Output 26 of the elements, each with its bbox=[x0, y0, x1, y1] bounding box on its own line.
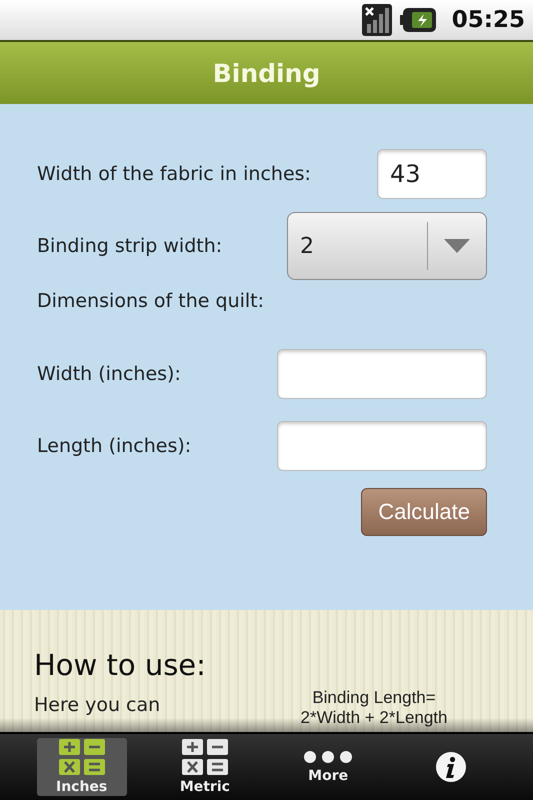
field-label: Binding strip width: bbox=[37, 235, 222, 257]
tab[interactable]: Metric bbox=[160, 738, 250, 796]
more-icon bbox=[303, 750, 354, 764]
tab[interactable]: More bbox=[283, 738, 374, 796]
battery-icon bbox=[400, 8, 436, 32]
dimension-field[interactable] bbox=[277, 421, 487, 471]
fabric-width-field[interactable]: 43 bbox=[377, 149, 487, 199]
field-label: Width (inches): bbox=[37, 363, 181, 385]
formula-text: Binding Length= bbox=[312, 688, 436, 708]
calculate-button[interactable]: Calculate bbox=[361, 488, 487, 536]
calculator-icon bbox=[182, 739, 228, 775]
section-label: Dimensions of the quilt: bbox=[37, 290, 264, 312]
field-label: Width of the fabric in inches: bbox=[37, 163, 311, 185]
caret-icon bbox=[444, 239, 470, 253]
formula-text: 2*Width + 2*Length bbox=[300, 708, 448, 728]
calculator-icon bbox=[58, 739, 105, 775]
info-icon bbox=[435, 751, 468, 783]
help-heading: How to use: bbox=[34, 648, 207, 682]
signal-icon bbox=[362, 4, 392, 36]
tab[interactable]: Inches bbox=[36, 738, 127, 796]
screen-title: Binding bbox=[212, 58, 320, 88]
dimension-field[interactable] bbox=[277, 349, 487, 399]
strip-width-dropdown[interactable]: 2 bbox=[287, 212, 487, 280]
field-label: Length (inches): bbox=[37, 435, 192, 457]
clock: 05:25 bbox=[452, 7, 525, 33]
help-text: Here you can bbox=[34, 694, 162, 716]
